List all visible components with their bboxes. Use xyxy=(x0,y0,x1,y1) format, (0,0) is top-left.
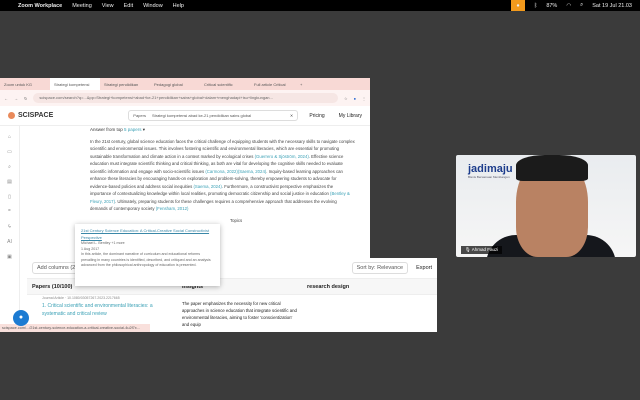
text: . Ultimately, preparing students for the… xyxy=(90,198,337,212)
search-query[interactable]: Strategi kompetensi abad ke-21 pendidika… xyxy=(152,113,284,118)
tab[interactable]: Full article Critical xyxy=(250,82,300,87)
brand-logo: jadimaju Bisnis Bersamaan Membangun xyxy=(468,163,513,179)
chat-icon[interactable]: ▭ xyxy=(7,149,12,155)
name-text: Ahmad Fauzi xyxy=(471,247,499,252)
left-sidebar: ⌂ ▭ ⌕ ▤ ▯ ❞ ϟ AI ▣ xyxy=(0,126,20,332)
insight-cell: The paper emphasizes the necessity for n… xyxy=(182,301,297,327)
export-button[interactable]: Export xyxy=(416,265,432,271)
tab-label: Pedagogi global xyxy=(154,81,183,87)
citation-icon[interactable]: ❞ xyxy=(8,209,11,215)
search-icon[interactable]: ⌕ xyxy=(580,2,583,9)
clock[interactable]: Sat 19 Jul 21.03 xyxy=(592,3,632,9)
lightning-icon[interactable]: ϟ xyxy=(8,224,11,230)
bluetooth-icon[interactable]: ᛒ xyxy=(534,3,537,9)
battery-status[interactable]: 87% xyxy=(546,3,557,9)
menu-edit[interactable]: Edit xyxy=(124,3,133,9)
tab-label: Critical scientific xyxy=(204,81,233,87)
menu-meeting[interactable]: Meeting xyxy=(72,3,92,9)
papers-link[interactable]: 5 papers xyxy=(124,127,142,132)
my-library-button[interactable]: My Library xyxy=(339,113,362,119)
paper-hover-popup: 21st Century Science Education: A Critic… xyxy=(75,224,220,286)
mic-icon: 🎙 xyxy=(465,247,471,252)
popup-abstract: In this article, the dominant narrative … xyxy=(81,252,211,267)
zoom-video-tile[interactable]: jadimaju Bisnis Bersamaan Membangun 🎙 Ahm… xyxy=(456,155,636,257)
tab[interactable]: Strategi pendidikan xyxy=(100,82,150,87)
tab[interactable]: Pedagogi global xyxy=(150,82,200,87)
menu-dots-icon[interactable]: ⋮ xyxy=(362,96,366,101)
header-research-design[interactable]: research design xyxy=(302,284,427,290)
sort-dropdown[interactable]: Sort by: Relevance xyxy=(351,262,409,274)
menu-window[interactable]: Window xyxy=(143,3,163,9)
search-bar[interactable]: Papers Strategi kompetensi abad ke-21 pe… xyxy=(128,110,299,121)
tab[interactable]: Critical scientific xyxy=(200,82,250,87)
heading-text: Answer from top xyxy=(90,127,125,132)
tab-label: Strategi pendidikan xyxy=(104,81,139,87)
pdf-icon[interactable]: ▯ xyxy=(8,194,11,200)
topics-label[interactable]: Topics xyxy=(230,217,355,225)
ai-icon[interactable]: AI xyxy=(7,239,12,245)
back-icon[interactable]: ← xyxy=(4,96,8,101)
library-icon[interactable]: ▤ xyxy=(7,179,12,185)
search-mode-dropdown[interactable]: Papers xyxy=(133,113,146,118)
logo-text: SCISPACE xyxy=(18,112,54,119)
url-field[interactable]: scispace.com/search?q=...&pp=Strategi+ko… xyxy=(33,93,338,103)
search-icon[interactable]: ⌕ xyxy=(8,164,11,170)
paper-title-link[interactable]: 1. Critical scientific and environmental… xyxy=(42,303,153,317)
logo-icon xyxy=(8,112,15,119)
tab-bar: Zoom untuk KG Strategi kompetensi Strate… xyxy=(0,78,370,90)
tab[interactable]: Zoom untuk KG xyxy=(0,82,50,87)
menu-help[interactable]: Help xyxy=(173,3,184,9)
citation-link[interactable]: (Guerrero & Sjöström, 2024) xyxy=(255,154,309,159)
home-icon[interactable]: ⌂ xyxy=(8,134,11,140)
scispace-logo[interactable]: SCISPACE xyxy=(8,112,53,119)
extension-icon[interactable]: ▣ xyxy=(7,254,12,260)
browser-window: Zoom untuk KG Strategi kompetensi Strate… xyxy=(0,78,437,332)
menubar: Zoom Workplace Meeting View Edit Window … xyxy=(0,0,640,11)
clear-search-icon[interactable]: ✕ xyxy=(290,113,293,118)
menu-view[interactable]: View xyxy=(102,3,114,9)
app-name[interactable]: Zoom Workplace xyxy=(18,3,62,9)
tab-label: Zoom untuk KG xyxy=(4,81,33,87)
citation-link[interactable]: (Saema, 2024) xyxy=(193,184,221,189)
microphone-icon[interactable]: ● xyxy=(511,0,525,11)
scispace-header: SCISPACE Papers Strategi kompetensi abad… xyxy=(0,106,370,126)
new-tab-icon[interactable]: + xyxy=(300,82,302,87)
popup-title-link[interactable]: 21st Century Science Education: A Critic… xyxy=(81,228,209,240)
answer-heading: Answer from top 5 papers ▾ xyxy=(90,127,146,132)
tab-active[interactable]: Strategi kompetensi xyxy=(50,78,100,90)
forward-icon[interactable]: → xyxy=(14,96,18,101)
wifi-icon[interactable]: ◠ xyxy=(566,3,571,9)
chat-assistant-button[interactable]: ● xyxy=(13,310,29,326)
bookmark-star-icon[interactable]: ☆ xyxy=(344,96,348,101)
address-bar-row: ← → ↻ scispace.com/search?q=...&pp=Strat… xyxy=(0,90,370,106)
answer-section: Answer from top 5 papers ▾ In the 21st c… xyxy=(90,126,355,224)
reload-icon[interactable]: ↻ xyxy=(24,96,27,101)
citation-link[interactable]: (Carmona, 2022)(Saema, 2024) xyxy=(205,169,266,174)
answer-text: In the 21st century, global science educ… xyxy=(90,138,355,213)
profile-avatar[interactable]: ● xyxy=(354,96,356,101)
pricing-link[interactable]: Pricing xyxy=(309,113,324,119)
paper-meta: Journal Article · 10.1080/03057267.2023.… xyxy=(42,296,120,300)
participant-name: 🎙 Ahmad Fauzi xyxy=(461,246,503,254)
tab-label: Full article Critical xyxy=(254,81,286,87)
participant-hair xyxy=(516,155,588,181)
tab-label: Strategi kompetensi xyxy=(54,81,90,87)
citation-link[interactable]: (Fensham, 2012) xyxy=(156,206,189,211)
